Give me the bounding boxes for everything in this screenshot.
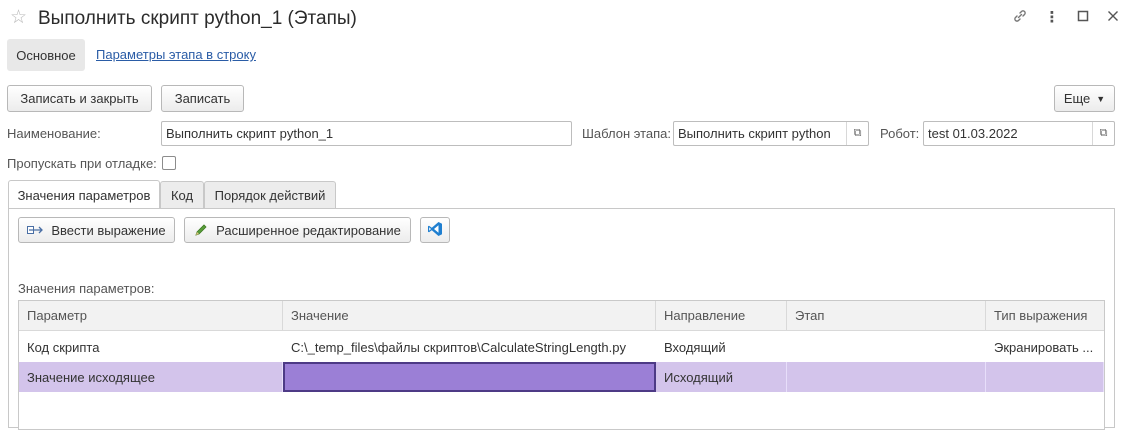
cell-direction[interactable]: Исходящий xyxy=(656,362,787,392)
favorite-star-icon[interactable]: ☆ xyxy=(10,7,27,29)
cell-expression-type[interactable] xyxy=(986,362,1104,392)
skip-debug-label: Пропускать при отладке: xyxy=(7,156,157,171)
template-label: Шаблон этапа: xyxy=(582,126,672,141)
maximize-icon[interactable] xyxy=(1073,8,1093,28)
expression-icon xyxy=(27,224,44,236)
table-row-selected[interactable]: Значение исходящее Исходящий xyxy=(19,362,1104,392)
window-title: Выполнить скрипт python_1 (Этапы) xyxy=(38,8,357,29)
link-icon[interactable] xyxy=(1010,8,1030,30)
advanced-edit-button[interactable]: Расширенное редактирование xyxy=(184,217,411,243)
enter-expression-button[interactable]: Ввести выражение xyxy=(18,217,175,243)
nav-main[interactable]: Основное xyxy=(7,39,85,71)
column-header-expression-type[interactable]: Тип выражения xyxy=(986,301,1104,330)
save-and-close-button[interactable]: Записать и закрыть xyxy=(7,85,152,112)
cell-stage[interactable] xyxy=(787,362,986,392)
advanced-edit-label: Расширенное редактирование xyxy=(216,222,401,238)
more-button[interactable]: Еще ▼ xyxy=(1054,85,1115,112)
params-table: Параметр Значение Направление Этап Тип в… xyxy=(18,300,1105,430)
tab-param-values[interactable]: Значения параметров xyxy=(8,180,160,209)
more-vertical-icon[interactable]: ⋮ xyxy=(1042,8,1062,28)
robot-label: Робот: xyxy=(880,126,920,141)
close-icon[interactable] xyxy=(1103,8,1123,28)
cell-expression-type[interactable]: Экранировать ... xyxy=(986,332,1104,362)
chevron-down-icon: ▼ xyxy=(1096,93,1106,104)
cell-parameter[interactable]: Код скрипта xyxy=(19,332,283,362)
cell-value[interactable]: C:\_temp_files\файлы скриптов\CalculateS… xyxy=(283,332,656,362)
name-value: Выполнить скрипт python_1 xyxy=(166,126,334,141)
pencil-icon xyxy=(194,223,208,237)
name-label: Наименование: xyxy=(7,126,101,141)
name-field[interactable]: Выполнить скрипт python_1 xyxy=(161,121,572,146)
robot-value: test 01.03.2022 xyxy=(928,126,1018,141)
cell-parameter[interactable]: Значение исходящее xyxy=(19,362,283,392)
tab-action-order[interactable]: Порядок действий xyxy=(204,181,336,209)
robot-field[interactable]: test 01.03.2022 ⧉ xyxy=(923,121,1115,146)
template-field[interactable]: Выполнить скрипт python ⧉ xyxy=(673,121,869,146)
more-button-label: Еще xyxy=(1063,91,1091,106)
open-template-icon[interactable]: ⧉ xyxy=(846,122,868,145)
column-header-stage[interactable]: Этап xyxy=(787,301,986,330)
params-section-title: Значения параметров: xyxy=(18,281,155,296)
cell-stage[interactable] xyxy=(787,332,986,362)
column-header-value[interactable]: Значение xyxy=(283,301,656,330)
enter-expression-label: Ввести выражение xyxy=(51,222,166,238)
open-robot-icon[interactable]: ⧉ xyxy=(1092,122,1114,145)
table-row[interactable]: Код скрипта C:\_temp_files\файлы скрипто… xyxy=(19,332,1104,362)
skip-debug-checkbox[interactable] xyxy=(162,156,176,170)
table-header-row: Параметр Значение Направление Этап Тип в… xyxy=(19,301,1104,331)
tab-code[interactable]: Код xyxy=(160,181,204,209)
save-button[interactable]: Записать xyxy=(161,85,244,112)
nav-params-link[interactable]: Параметры этапа в строку xyxy=(96,47,256,62)
vscode-button[interactable] xyxy=(420,217,450,243)
column-header-parameter[interactable]: Параметр xyxy=(19,301,283,330)
template-value: Выполнить скрипт python xyxy=(678,126,831,141)
cell-value-editing[interactable] xyxy=(283,362,656,392)
cell-direction[interactable]: Входящий xyxy=(656,332,787,362)
column-header-direction[interactable]: Направление xyxy=(656,301,787,330)
vscode-icon xyxy=(427,221,443,240)
